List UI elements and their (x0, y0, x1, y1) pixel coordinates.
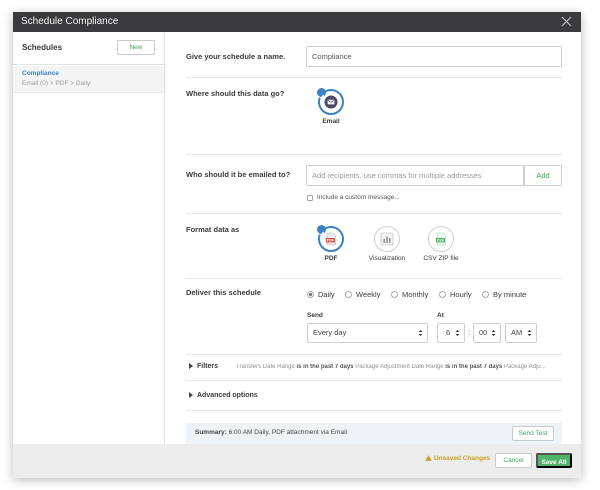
divider (186, 278, 562, 279)
csv-zip-icon: CSV (436, 232, 446, 246)
divider (186, 380, 562, 381)
format-csv-zip[interactable]: CSV CSV ZIP file (416, 226, 466, 262)
modal-footer: Unsaved Changes Cancel Save All (13, 444, 581, 478)
new-schedule-button[interactable]: New (117, 40, 155, 55)
schedule-name: Compliance (22, 70, 59, 77)
warning-icon (425, 455, 432, 461)
email-option-circle (317, 88, 344, 115)
visualization-option-circle (374, 226, 400, 252)
add-recipient-button[interactable]: Add (524, 165, 562, 186)
minute-value: 00 (479, 328, 488, 337)
frequency-daily-label: Daily (318, 290, 335, 299)
custom-message-label: Include a custom message... (317, 194, 400, 201)
send-frequency-value: Every day (313, 328, 347, 337)
close-icon[interactable] (560, 15, 573, 28)
frequency-monthly-label: Monthly (402, 290, 429, 299)
schedule-modal: Schedule Compliance Schedules New Compli… (13, 12, 581, 478)
caret-right-icon (189, 363, 193, 370)
unsaved-changes-indicator: Unsaved Changes (425, 455, 490, 462)
select-arrows-icon (491, 330, 496, 336)
hour-value: 6 (446, 328, 451, 337)
recipients-input[interactable]: Add recipients, use commas for multiple … (306, 165, 524, 186)
divider (186, 354, 562, 355)
visualization-icon (380, 232, 394, 246)
sidebar-header: Schedules New (13, 32, 164, 65)
advanced-options-toggle[interactable]: Advanced options (189, 392, 258, 399)
email-icon (324, 95, 338, 109)
divider (186, 154, 562, 155)
svg-text:CSV: CSV (437, 238, 445, 242)
send-test-button[interactable]: Send Test (512, 426, 554, 441)
frequency-by-minute-label: By minute (493, 290, 527, 299)
divider (186, 410, 562, 411)
sidebar-item-compliance[interactable]: Compliance Email (0) > PDF > Daily (13, 66, 164, 93)
svg-text:PDF: PDF (326, 238, 334, 242)
pdf-option-label: PDF (324, 255, 338, 262)
frequency-weekly-radio[interactable] (345, 291, 352, 298)
frequency-weekly-label: Weekly (356, 290, 381, 299)
frequency-hourly-label: Hourly (450, 290, 472, 299)
email-option-label: Email (322, 118, 340, 125)
caret-right-icon (189, 392, 193, 399)
destination-label: Where should this data go? (186, 89, 285, 98)
pdf-option-circle: PDF (317, 225, 344, 252)
delivery-label: Deliver this schedule (186, 288, 262, 297)
recipients-label: Who should it be emailed to? (186, 170, 291, 179)
summary-bar: Summary: 6:00 AM Daily, PDF attachment v… (186, 423, 562, 444)
ampm-select[interactable]: AM (505, 323, 537, 343)
schedule-detail: Email (0) > PDF > Daily (22, 80, 91, 87)
save-all-button[interactable]: Save All (536, 453, 572, 468)
pdf-icon: PDF (325, 232, 336, 246)
custom-message-checkbox[interactable] (307, 195, 313, 201)
frequency-daily-radio[interactable] (307, 291, 314, 298)
filters-toggle[interactable]: Filters (189, 363, 218, 370)
time-separator: : (468, 328, 471, 337)
cancel-button[interactable]: Cancel (495, 453, 532, 468)
advanced-options-label: Advanced options (197, 392, 258, 399)
schedules-sidebar: Schedules New Compliance Email (0) > PDF… (13, 32, 165, 444)
csv-option-label: CSV ZIP file (423, 255, 459, 262)
select-arrows-icon (418, 330, 423, 336)
modal-title: Schedule Compliance (21, 16, 119, 27)
name-label: Give your schedule a name. (186, 52, 286, 61)
select-arrows-icon (455, 330, 460, 336)
filters-summary: Transfers Date Range is in the past 7 da… (236, 364, 546, 370)
frequency-monthly-radio[interactable] (391, 291, 398, 298)
ampm-value: AM (511, 328, 523, 337)
select-arrows-icon (527, 330, 532, 336)
frequency-hourly-radio[interactable] (439, 291, 446, 298)
modal-titlebar: Schedule Compliance (13, 12, 581, 32)
frequency-by-minute-radio[interactable] (482, 291, 489, 298)
schedule-name-input[interactable]: Compliance (306, 46, 562, 67)
format-visualization[interactable]: Visualization (362, 226, 412, 262)
filters-label: Filters (197, 363, 219, 370)
format-label: Format data as (186, 225, 240, 234)
destination-email[interactable]: Email (306, 88, 356, 125)
minute-select[interactable]: 00 (473, 323, 501, 343)
send-frequency-select[interactable]: Every day (307, 323, 428, 343)
send-label: Send (307, 312, 323, 319)
schedule-form: Give your schedule a name. Compliance Wh… (166, 32, 581, 444)
divider (186, 213, 562, 214)
visualization-option-label: Visualization (368, 255, 406, 262)
hour-select[interactable]: 6 (437, 323, 465, 343)
at-label: At (437, 312, 444, 319)
csv-option-circle: CSV (428, 226, 454, 252)
format-pdf[interactable]: PDF PDF (306, 225, 356, 262)
summary-text: Summary: 6:00 AM Daily, PDF attachment v… (195, 429, 347, 436)
sidebar-heading: Schedules (22, 43, 63, 52)
divider (186, 77, 562, 78)
